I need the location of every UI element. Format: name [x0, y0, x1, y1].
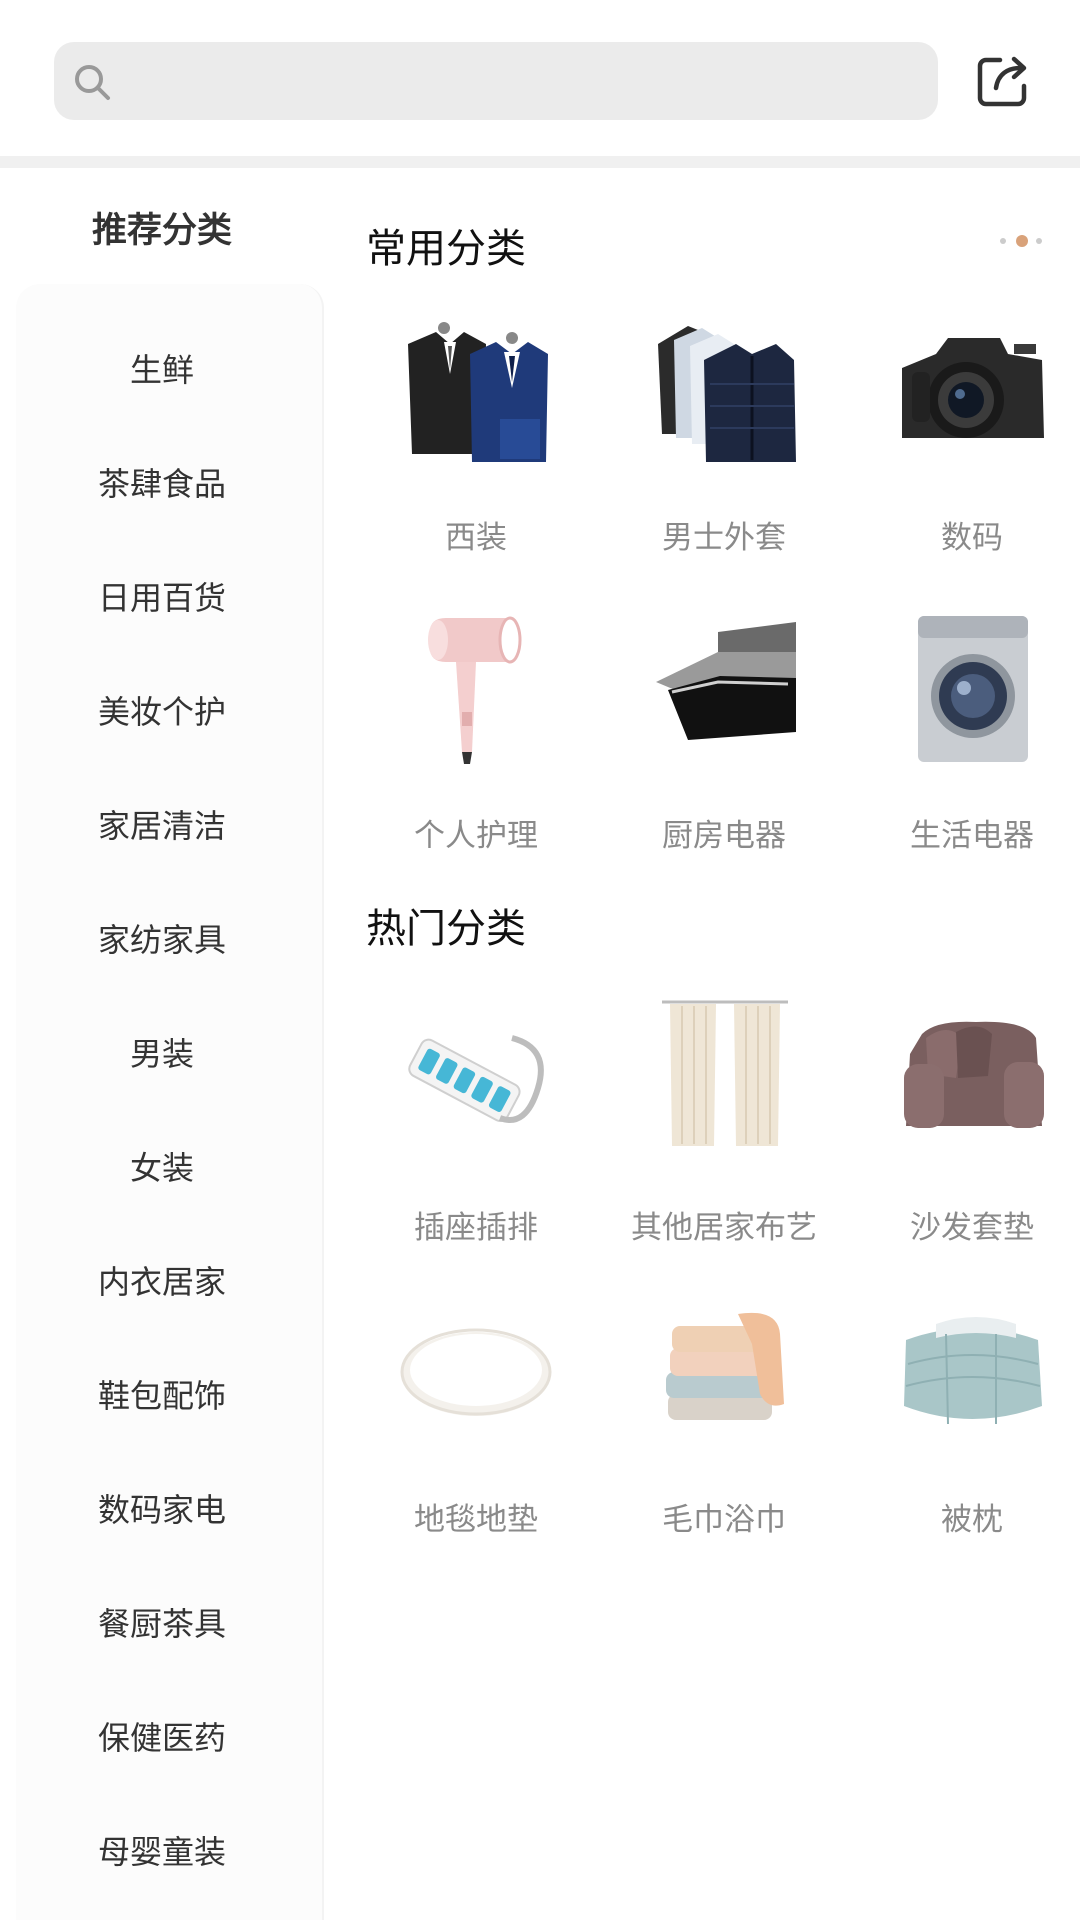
sidebar-item-shoes-bags[interactable]: 鞋包配饰	[16, 1366, 308, 1426]
search-input[interactable]	[54, 42, 938, 120]
sidebar-item-health[interactable]: 保健医药	[16, 1708, 308, 1768]
sidebar-list: 生鲜 茶肆食品 日用百货 美妆个护 家居清洁 家纺家具 男装 女装 内衣居家 鞋…	[16, 284, 324, 1920]
range-hood-icon	[656, 622, 796, 740]
search-icon	[75, 65, 110, 100]
carousel-indicator	[1000, 234, 1060, 248]
sidebar-item-digital-appliances[interactable]: 数码家电	[16, 1480, 308, 1540]
sidebar-item-food[interactable]: 茶肆食品	[16, 454, 308, 514]
sidebar-item-menswear[interactable]: 男装	[16, 1024, 308, 1084]
share-icon[interactable]	[972, 48, 1036, 112]
category-item-sofa-covers[interactable]: 沙发套垫	[852, 998, 1080, 1248]
category-label: 数码	[941, 520, 1003, 556]
category-item-rugs[interactable]: 地毯地垫	[356, 1294, 596, 1544]
sidebar-item-beauty[interactable]: 美妆个护	[16, 682, 308, 742]
category-label: 沙发套垫	[910, 1210, 1034, 1246]
category-label: 个人护理	[414, 818, 538, 854]
category-label: 男士外套	[662, 520, 786, 556]
camera-icon	[902, 338, 1044, 438]
rug-icon	[400, 1328, 552, 1416]
jacket-icon	[658, 326, 796, 462]
category-label: 厨房电器	[662, 818, 786, 854]
category-content: 常用分类 西装 男士外套 数码 个人护理 厨房电器 生活电器 热门分类 插座插排…	[324, 168, 1080, 1920]
carousel-dot	[1000, 238, 1006, 244]
category-item-personal-care[interactable]: 个人护理	[356, 612, 596, 862]
category-item-mens-jacket[interactable]: 男士外套	[604, 314, 844, 564]
curtain-icon	[662, 1000, 788, 1146]
sidebar-item-baby-kids[interactable]: 母婴童装	[16, 1822, 308, 1882]
category-label: 西装	[445, 520, 507, 556]
category-label: 其他居家布艺	[631, 1210, 817, 1246]
sidebar-item-kitchen-tea[interactable]: 餐厨茶具	[16, 1594, 308, 1654]
sidebar-item-home-cleaning[interactable]: 家居清洁	[16, 796, 308, 856]
header-divider	[0, 156, 1080, 168]
sidebar-item-fresh[interactable]: 生鲜	[16, 340, 308, 400]
section-title-common: 常用分类	[366, 226, 526, 272]
top-bar	[0, 0, 1080, 156]
carousel-dot	[1036, 238, 1042, 244]
category-item-quilts-pillows[interactable]: 被枕	[852, 1294, 1080, 1544]
quilt-icon	[904, 1317, 1042, 1425]
sidebar-title[interactable]: 推荐分类	[0, 202, 324, 253]
category-label: 毛巾浴巾	[662, 1502, 786, 1538]
suit-icon	[408, 322, 548, 462]
towel-icon	[666, 1312, 784, 1420]
hair-dryer-icon	[428, 616, 522, 764]
sidebar-item-textiles-furniture[interactable]: 家纺家具	[16, 910, 308, 970]
category-label: 插座插排	[414, 1210, 538, 1246]
category-item-towels[interactable]: 毛巾浴巾	[604, 1294, 844, 1544]
category-item-home-textiles[interactable]: 其他居家布艺	[604, 998, 844, 1248]
sofa-icon	[904, 1021, 1044, 1128]
section-title-hot: 热门分类	[366, 906, 526, 952]
category-item-home-appliances[interactable]: 生活电器	[852, 612, 1080, 862]
category-label: 被枕	[941, 1502, 1003, 1538]
carousel-dot-active	[1016, 235, 1028, 247]
category-label: 生活电器	[910, 818, 1034, 854]
category-label: 地毯地垫	[414, 1502, 538, 1538]
category-sidebar: 推荐分类 生鲜 茶肆食品 日用百货 美妆个护 家居清洁 家纺家具 男装 女装 内…	[0, 168, 324, 1920]
category-item-kitchen-appliances[interactable]: 厨房电器	[604, 612, 844, 862]
power-strip-icon	[408, 1035, 544, 1123]
category-item-suit[interactable]: 西装	[356, 314, 596, 564]
category-item-digital[interactable]: 数码	[852, 314, 1080, 564]
washing-machine-icon	[918, 616, 1028, 762]
category-item-power-strip[interactable]: 插座插排	[356, 998, 596, 1248]
sidebar-item-underwear-home[interactable]: 内衣居家	[16, 1252, 308, 1312]
sidebar-item-daily-goods[interactable]: 日用百货	[16, 568, 308, 628]
sidebar-item-womenswear[interactable]: 女装	[16, 1138, 308, 1198]
